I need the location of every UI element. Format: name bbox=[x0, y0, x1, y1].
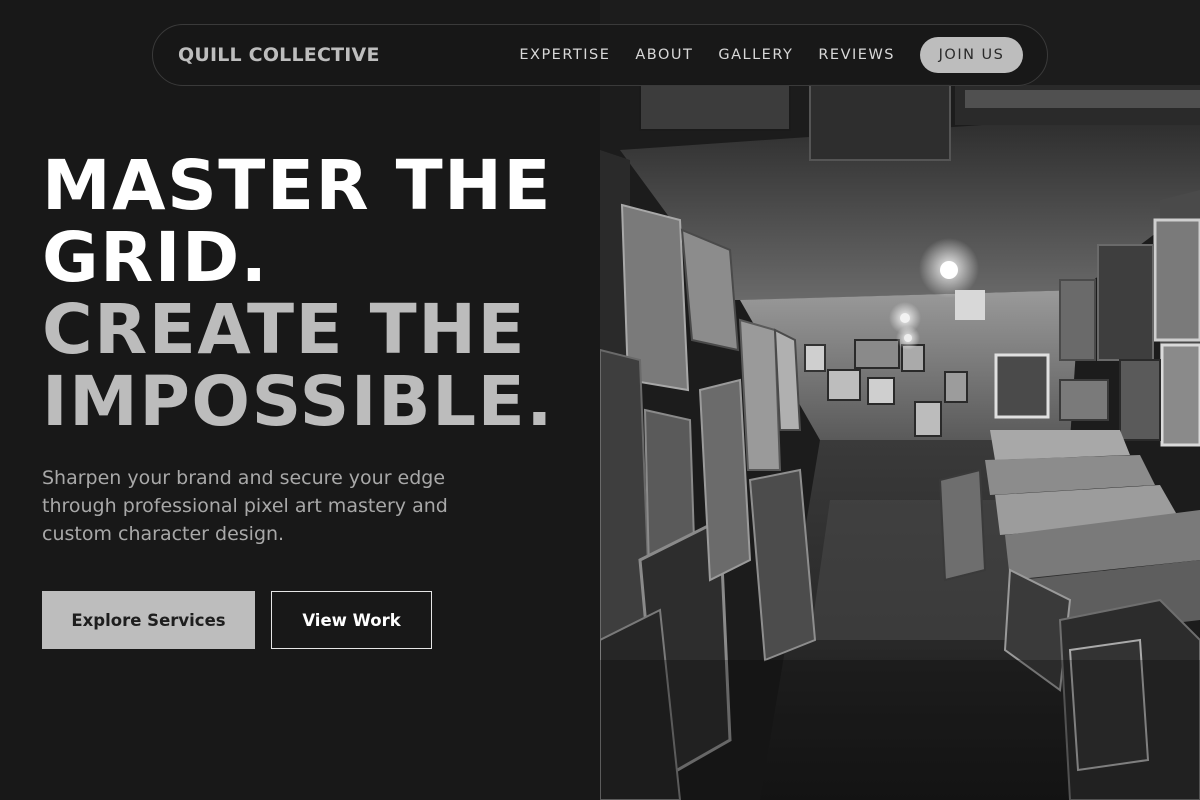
hero-actions: Explore Services View Work bbox=[42, 591, 602, 649]
nav-link-gallery[interactable]: GALLERY bbox=[718, 47, 793, 63]
nav-link-reviews[interactable]: REVIEWS bbox=[818, 47, 895, 63]
headline-line-2: GRID. bbox=[42, 218, 269, 298]
hero-headline: MASTER THE GRID. CREATE THE IMPOSSIBLE. bbox=[42, 150, 602, 438]
nav-links: EXPERTISE ABOUT GALLERY REVIEWS JOIN US bbox=[519, 37, 1023, 73]
headline-line-1: MASTER THE bbox=[42, 146, 553, 226]
view-work-button[interactable]: View Work bbox=[271, 591, 432, 649]
headline-line-3: CREATE THE bbox=[42, 290, 527, 370]
explore-services-button[interactable]: Explore Services bbox=[42, 591, 255, 649]
landing-page: QUILL COLLECTIVE EXPERTISE ABOUT GALLERY… bbox=[0, 0, 1200, 800]
top-navigation: QUILL COLLECTIVE EXPERTISE ABOUT GALLERY… bbox=[152, 24, 1048, 86]
hero-subtitle: Sharpen your brand and secure your edge … bbox=[42, 467, 448, 545]
brand-logo[interactable]: QUILL COLLECTIVE bbox=[178, 44, 380, 66]
headline-line-4: IMPOSSIBLE. bbox=[42, 362, 554, 442]
join-us-button[interactable]: JOIN US bbox=[920, 37, 1023, 73]
hero-section: MASTER THE GRID. CREATE THE IMPOSSIBLE. … bbox=[42, 150, 602, 649]
hero-gallery-photo bbox=[600, 0, 1200, 800]
nav-link-about[interactable]: ABOUT bbox=[635, 47, 693, 63]
nav-link-expertise[interactable]: EXPERTISE bbox=[519, 47, 610, 63]
